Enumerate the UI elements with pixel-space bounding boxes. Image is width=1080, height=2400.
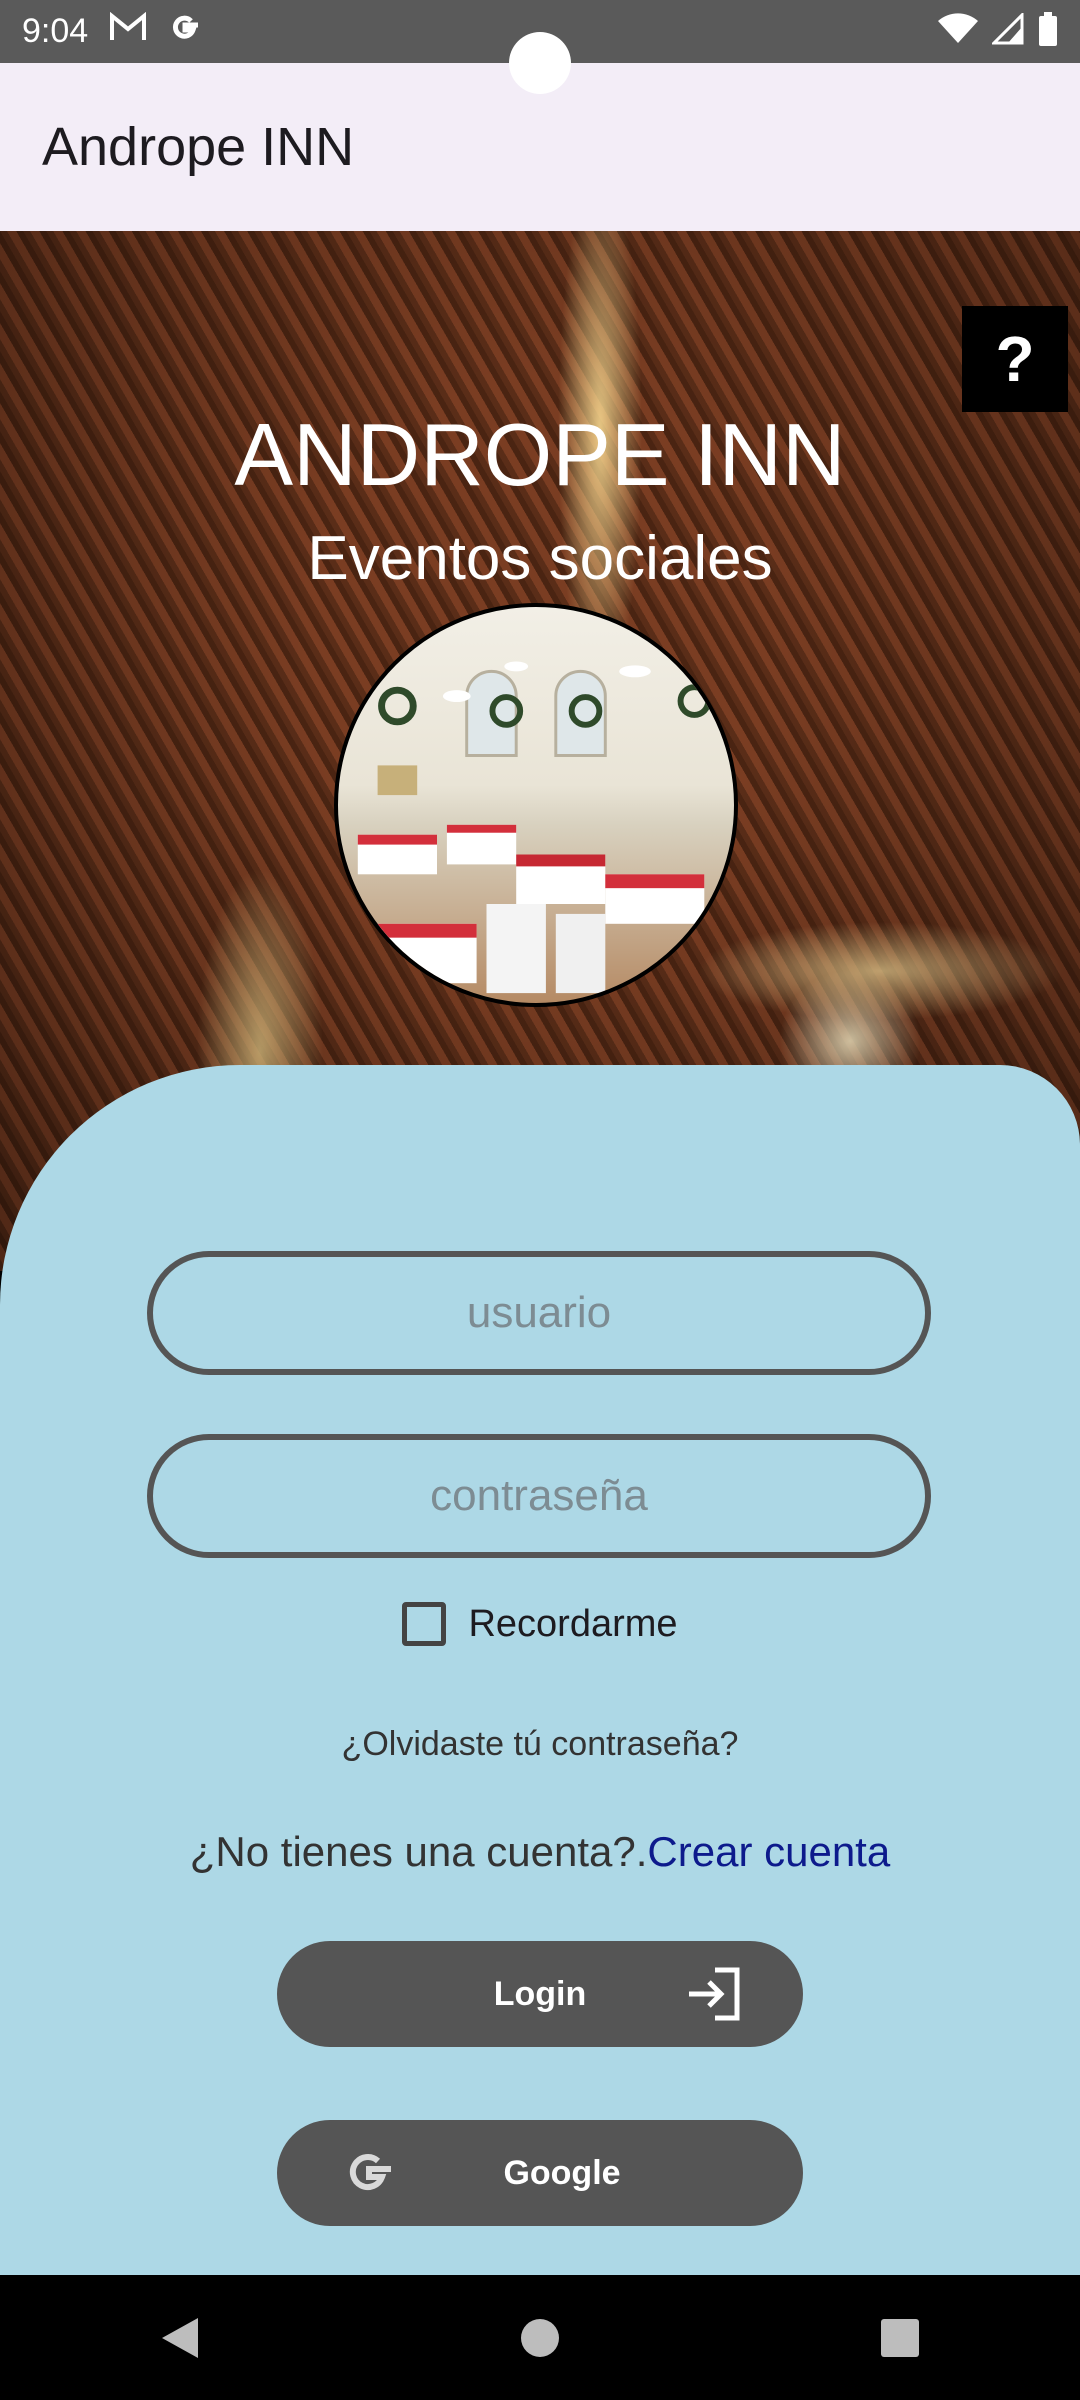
google-button-label: Google [503, 2153, 621, 2192]
back-icon[interactable] [140, 2298, 220, 2378]
signal-icon [990, 11, 1024, 50]
password-input[interactable] [147, 1434, 931, 1558]
google-icon [168, 10, 202, 54]
google-sign-in-button[interactable]: Google [277, 2120, 803, 2226]
signup-row: ¿No tienes una cuenta?.Crear cuenta [0, 1828, 1080, 1876]
login-button[interactable]: Login [277, 1941, 803, 2047]
username-input[interactable] [147, 1251, 931, 1375]
home-icon[interactable] [500, 2298, 580, 2378]
status-left: 9:04 [22, 10, 202, 54]
camera-cutout [509, 32, 571, 94]
gmail-icon [110, 11, 147, 51]
remember-checkbox[interactable] [402, 1602, 447, 1646]
status-time: 9:04 [22, 12, 89, 50]
venue-photo [334, 603, 738, 1007]
wifi-icon [938, 13, 978, 50]
system-nav-bar [0, 2275, 1080, 2400]
create-account-link[interactable]: Crear cuenta [647, 1828, 890, 1875]
remember-row: Recordarme [0, 1602, 1080, 1646]
venue-photo-illustration [357, 661, 712, 994]
brand-title: ANDROPE INN [234, 405, 846, 504]
login-panel: Recordarme ¿Olvidaste tú contraseña? ¿No… [0, 1065, 1080, 2275]
google-g-icon [341, 2142, 397, 2211]
help-button[interactable]: ? [962, 306, 1068, 412]
recents-icon[interactable] [860, 2298, 940, 2378]
brand-subtitle: Eventos sociales [307, 524, 773, 593]
login-button-label: Login [493, 1974, 587, 2013]
login-arrow-icon [685, 1967, 741, 2030]
app-title: Andrope INN [42, 117, 355, 177]
no-account-text: ¿No tienes una cuenta?. [189, 1828, 648, 1875]
forgot-password-link[interactable]: ¿Olvidaste tú contraseña? [0, 1725, 1080, 1764]
status-right [938, 11, 1058, 51]
battery-icon [1038, 12, 1058, 51]
remember-label[interactable]: Recordarme [468, 1603, 677, 1646]
